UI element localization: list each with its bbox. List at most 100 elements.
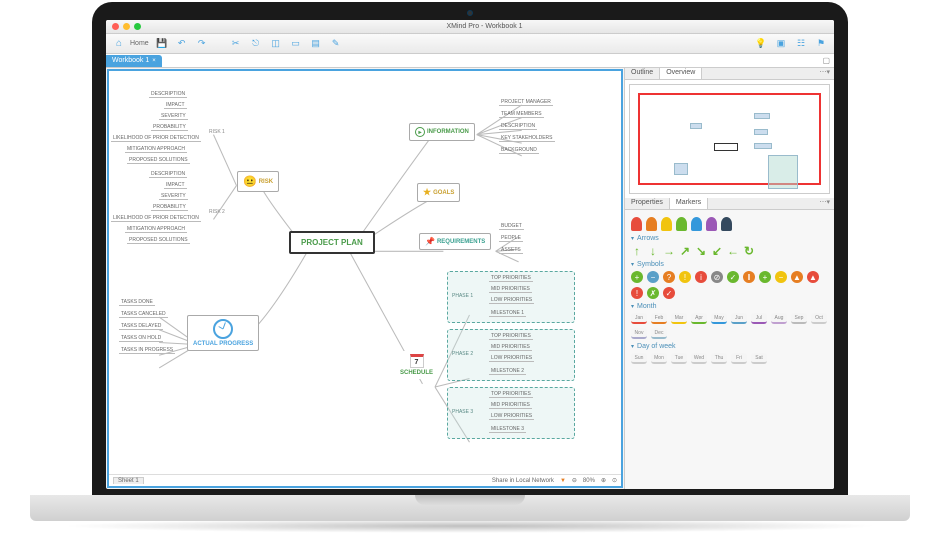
dow-marker[interactable]: Fri — [731, 353, 747, 364]
node-risk[interactable]: 😐 RISK — [237, 171, 279, 192]
month-marker[interactable]: Feb — [651, 313, 667, 324]
symbol-marker-icon[interactable]: + — [631, 271, 643, 283]
leaf[interactable]: KEY STAKEHOLDERS — [499, 135, 555, 142]
section-dow[interactable]: Day of week — [631, 343, 828, 350]
leaf[interactable]: BACKGROUND — [499, 147, 539, 154]
section-symbols[interactable]: Symbols — [631, 261, 828, 268]
leaf[interactable]: TASKS DELAYED — [119, 323, 163, 330]
arrow-left-icon[interactable]: ← — [727, 245, 739, 257]
fit-icon[interactable]: ⊙ — [612, 477, 617, 484]
cut-button[interactable]: ✂ — [229, 37, 243, 51]
maximize-icon[interactable] — [134, 23, 141, 30]
note-button[interactable]: ✎ — [329, 37, 343, 51]
zoom-in-icon[interactable]: ⊕ — [601, 477, 606, 484]
person-marker-icon[interactable] — [721, 217, 732, 231]
dow-marker[interactable]: Tue — [671, 353, 687, 364]
leaf[interactable]: MID PRIORITIES — [489, 402, 532, 409]
month-marker[interactable]: Nov — [631, 328, 647, 339]
month-marker[interactable]: Dec — [651, 328, 667, 339]
symbol-marker-icon[interactable]: ✓ — [663, 287, 675, 299]
leaf[interactable]: LIKELIHOOD OF PRIOR DETECTION — [111, 215, 201, 222]
leaf[interactable]: DESCRIPTION — [149, 91, 187, 98]
overview-minimap[interactable] — [629, 84, 830, 194]
month-marker[interactable]: Jul — [751, 313, 767, 324]
close-icon[interactable] — [112, 23, 119, 30]
person-marker-icon[interactable] — [691, 217, 702, 231]
node-information[interactable]: ▸ INFORMATION — [409, 123, 475, 141]
phase-label[interactable]: PHASE 3 — [452, 409, 473, 415]
leaf[interactable]: TASKS ON HOLD — [119, 335, 163, 342]
leaf[interactable]: LOW PRIORITIES — [489, 297, 534, 304]
risk2-label[interactable]: RISK 2 — [209, 209, 225, 215]
arrow-up-icon[interactable]: ↑ — [631, 245, 643, 257]
summary-button[interactable]: ▤ — [309, 37, 323, 51]
arrow-downleft-icon[interactable]: ↙ — [711, 245, 723, 257]
symbol-marker-icon[interactable]: ? — [663, 271, 675, 283]
central-node[interactable]: PROJECT PLAN — [289, 231, 375, 254]
minimize-icon[interactable] — [123, 23, 130, 30]
gantt-button[interactable]: ☷ — [794, 37, 808, 51]
tab-outline[interactable]: Outline — [625, 68, 660, 79]
arrow-right-icon[interactable]: → — [663, 245, 675, 257]
leaf[interactable]: IMPACT — [164, 182, 187, 189]
leaf[interactable]: MILESTONE 2 — [489, 368, 526, 375]
more-button[interactable]: ⚑ — [814, 37, 828, 51]
leaf[interactable]: TASKS IN PROGRESS — [119, 347, 175, 354]
leaf[interactable]: MITIGATION APPROACH — [125, 146, 187, 153]
leaf[interactable]: DESCRIPTION — [149, 171, 187, 178]
symbol-marker-icon[interactable]: ⊘ — [711, 271, 723, 283]
dow-marker[interactable]: Wed — [691, 353, 707, 364]
presentation-button[interactable]: ▣ — [774, 37, 788, 51]
leaf[interactable]: PROBABILITY — [151, 124, 188, 131]
zoom-out-icon[interactable]: ⊖ — [572, 477, 577, 484]
month-marker[interactable]: Jan — [631, 313, 647, 324]
node-schedule[interactable]: 7 SCHEDULE — [395, 351, 438, 379]
save-button[interactable]: 💾 — [155, 37, 169, 51]
leaf[interactable]: PROBABILITY — [151, 204, 188, 211]
symbol-marker-icon[interactable]: ✓ — [727, 271, 739, 283]
month-marker[interactable]: Oct — [811, 313, 827, 324]
risk1-label[interactable]: RISK 1 — [209, 129, 225, 135]
relationship-button[interactable]: ◫ — [269, 37, 283, 51]
boundary-button[interactable]: ▭ — [289, 37, 303, 51]
arrow-upright-icon[interactable]: ↗ — [679, 245, 691, 257]
leaf[interactable]: LOW PRIORITIES — [489, 413, 534, 420]
symbol-marker-icon[interactable]: − — [775, 271, 787, 283]
symbol-marker-icon[interactable]: i — [695, 271, 707, 283]
arrow-down-icon[interactable]: ↓ — [647, 245, 659, 257]
leaf[interactable]: TOP PRIORITIES — [489, 333, 533, 340]
person-marker-icon[interactable] — [676, 217, 687, 231]
tab-markers[interactable]: Markers — [670, 198, 708, 209]
month-marker[interactable]: Jun — [731, 313, 747, 324]
leaf[interactable]: MILESTONE 1 — [489, 310, 526, 317]
arrow-downright-icon[interactable]: ↘ — [695, 245, 707, 257]
node-requirements[interactable]: 📌 REQUIREMENTS — [419, 233, 491, 250]
expand-icon[interactable]: ▢ — [818, 56, 834, 65]
panel-menu-icon[interactable]: ⋯▾ — [815, 198, 834, 209]
leaf[interactable]: TASKS CANCELED — [119, 311, 168, 318]
leaf[interactable]: PROJECT MANAGER — [499, 99, 553, 106]
idea-button[interactable]: 💡 — [754, 37, 768, 51]
leaf[interactable]: TASKS DONE — [119, 299, 155, 306]
link-button[interactable]: ⎋ — [249, 37, 263, 51]
share-label[interactable]: Share in Local Network — [492, 478, 554, 484]
symbol-marker-icon[interactable]: ▲ — [807, 271, 819, 283]
workbook-tab[interactable]: Workbook 1 × — [106, 55, 162, 67]
phase-label[interactable]: PHASE 1 — [452, 293, 473, 299]
tab-properties[interactable]: Properties — [625, 198, 670, 209]
close-tab-icon[interactable]: × — [152, 58, 156, 64]
leaf[interactable]: PROPOSED SOLUTIONS — [127, 237, 190, 244]
symbol-marker-icon[interactable]: − — [647, 271, 659, 283]
month-marker[interactable]: Apr — [691, 313, 707, 324]
leaf[interactable]: MID PRIORITIES — [489, 286, 532, 293]
dow-marker[interactable]: Thu — [711, 353, 727, 364]
node-goals[interactable]: ★ GOALS — [417, 183, 460, 202]
leaf[interactable]: DESCRIPTION — [499, 123, 537, 130]
month-marker[interactable]: Mar — [671, 313, 687, 324]
person-marker-icon[interactable] — [706, 217, 717, 231]
section-arrows[interactable]: Arrows — [631, 235, 828, 242]
panel-menu-icon[interactable]: ⋯▾ — [815, 68, 834, 79]
tab-overview[interactable]: Overview — [660, 68, 702, 79]
person-marker-icon[interactable] — [631, 217, 642, 231]
leaf[interactable]: SEVERITY — [159, 193, 188, 200]
